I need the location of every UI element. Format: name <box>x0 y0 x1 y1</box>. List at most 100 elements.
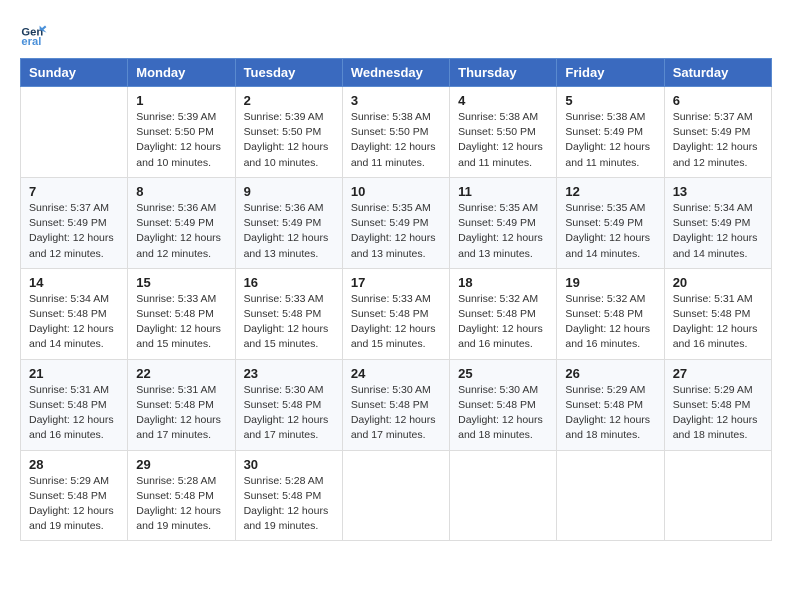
day-number: 24 <box>351 366 441 381</box>
day-info: Sunrise: 5:38 AM Sunset: 5:50 PM Dayligh… <box>351 110 441 171</box>
calendar-cell: 3 Sunrise: 5:38 AM Sunset: 5:50 PM Daylig… <box>342 87 449 178</box>
day-info: Sunrise: 5:31 AM Sunset: 5:48 PM Dayligh… <box>29 383 119 444</box>
calendar-cell: 13 Sunrise: 5:34 AM Sunset: 5:49 PM Dayli… <box>664 177 771 268</box>
calendar-header-row: SundayMondayTuesdayWednesdayThursdayFrid… <box>21 59 772 87</box>
calendar-day-header: Sunday <box>21 59 128 87</box>
day-number: 4 <box>458 93 548 108</box>
day-number: 14 <box>29 275 119 290</box>
day-number: 9 <box>244 184 334 199</box>
day-number: 13 <box>673 184 763 199</box>
calendar-cell: 26 Sunrise: 5:29 AM Sunset: 5:48 PM Dayli… <box>557 359 664 450</box>
day-info: Sunrise: 5:34 AM Sunset: 5:48 PM Dayligh… <box>29 292 119 353</box>
calendar-cell: 16Sunrise: 5:33 AM Sunset: 5:48 PM Dayli… <box>235 268 342 359</box>
day-number: 11 <box>458 184 548 199</box>
day-info: Sunrise: 5:35 AM Sunset: 5:49 PM Dayligh… <box>565 201 655 262</box>
calendar-cell: 25Sunrise: 5:30 AM Sunset: 5:48 PM Dayli… <box>450 359 557 450</box>
day-info: Sunrise: 5:29 AM Sunset: 5:48 PM Dayligh… <box>565 383 655 444</box>
logo-icon: Gen eral <box>20 20 48 48</box>
day-info: Sunrise: 5:37 AM Sunset: 5:49 PM Dayligh… <box>29 201 119 262</box>
calendar-cell: 7 Sunrise: 5:37 AM Sunset: 5:49 PM Daylig… <box>21 177 128 268</box>
calendar-cell <box>557 450 664 541</box>
calendar-day-header: Saturday <box>664 59 771 87</box>
calendar-cell <box>342 450 449 541</box>
calendar-cell: 11 Sunrise: 5:35 AM Sunset: 5:49 PM Dayli… <box>450 177 557 268</box>
day-number: 25 <box>458 366 548 381</box>
day-number: 29 <box>136 457 226 472</box>
day-info: Sunrise: 5:32 AM Sunset: 5:48 PM Dayligh… <box>565 292 655 353</box>
day-info: Sunrise: 5:37 AM Sunset: 5:49 PM Dayligh… <box>673 110 763 171</box>
day-number: 8 <box>136 184 226 199</box>
day-info: Sunrise: 5:36 AM Sunset: 5:49 PM Dayligh… <box>136 201 226 262</box>
day-info: Sunrise: 5:39 AM Sunset: 5:50 PM Dayligh… <box>244 110 334 171</box>
day-number: 18 <box>458 275 548 290</box>
day-number: 20 <box>673 275 763 290</box>
calendar-table: SundayMondayTuesdayWednesdayThursdayFrid… <box>20 58 772 541</box>
calendar-cell: 12 Sunrise: 5:35 AM Sunset: 5:49 PM Dayli… <box>557 177 664 268</box>
day-info: Sunrise: 5:35 AM Sunset: 5:49 PM Dayligh… <box>351 201 441 262</box>
calendar-cell: 8 Sunrise: 5:36 AM Sunset: 5:49 PM Daylig… <box>128 177 235 268</box>
day-info: Sunrise: 5:36 AM Sunset: 5:49 PM Dayligh… <box>244 201 334 262</box>
day-info: Sunrise: 5:31 AM Sunset: 5:48 PM Dayligh… <box>673 292 763 353</box>
calendar-cell: 29 Sunrise: 5:28 AM Sunset: 5:48 PM Dayli… <box>128 450 235 541</box>
day-number: 21 <box>29 366 119 381</box>
calendar-week-row: 28Sunrise: 5:29 AM Sunset: 5:48 PM Dayli… <box>21 450 772 541</box>
calendar-cell: 18 Sunrise: 5:32 AM Sunset: 5:48 PM Dayli… <box>450 268 557 359</box>
day-number: 26 <box>565 366 655 381</box>
page-header: Gen eral <box>20 20 772 48</box>
calendar-cell: 15 Sunrise: 5:33 AM Sunset: 5:48 PM Dayli… <box>128 268 235 359</box>
day-info: Sunrise: 5:34 AM Sunset: 5:49 PM Dayligh… <box>673 201 763 262</box>
day-info: Sunrise: 5:33 AM Sunset: 5:48 PM Dayligh… <box>351 292 441 353</box>
calendar-day-header: Monday <box>128 59 235 87</box>
day-info: Sunrise: 5:33 AM Sunset: 5:48 PM Dayligh… <box>136 292 226 353</box>
day-number: 10 <box>351 184 441 199</box>
day-info: Sunrise: 5:28 AM Sunset: 5:48 PM Dayligh… <box>244 474 334 535</box>
calendar-cell: 5Sunrise: 5:38 AM Sunset: 5:49 PM Daylig… <box>557 87 664 178</box>
day-number: 30 <box>244 457 334 472</box>
day-number: 12 <box>565 184 655 199</box>
day-info: Sunrise: 5:29 AM Sunset: 5:48 PM Dayligh… <box>29 474 119 535</box>
calendar-week-row: 7 Sunrise: 5:37 AM Sunset: 5:49 PM Daylig… <box>21 177 772 268</box>
calendar-cell: 2 Sunrise: 5:39 AM Sunset: 5:50 PM Daylig… <box>235 87 342 178</box>
calendar-cell: 24Sunrise: 5:30 AM Sunset: 5:48 PM Dayli… <box>342 359 449 450</box>
calendar-cell: 23 Sunrise: 5:30 AM Sunset: 5:48 PM Dayli… <box>235 359 342 450</box>
calendar-cell: 30 Sunrise: 5:28 AM Sunset: 5:48 PM Dayli… <box>235 450 342 541</box>
day-number: 5 <box>565 93 655 108</box>
day-number: 17 <box>351 275 441 290</box>
day-info: Sunrise: 5:29 AM Sunset: 5:48 PM Dayligh… <box>673 383 763 444</box>
calendar-cell: 14 Sunrise: 5:34 AM Sunset: 5:48 PM Dayli… <box>21 268 128 359</box>
day-number: 3 <box>351 93 441 108</box>
calendar-cell: 27 Sunrise: 5:29 AM Sunset: 5:48 PM Dayli… <box>664 359 771 450</box>
day-number: 2 <box>244 93 334 108</box>
calendar-cell: 4 Sunrise: 5:38 AM Sunset: 5:50 PM Daylig… <box>450 87 557 178</box>
day-number: 7 <box>29 184 119 199</box>
day-info: Sunrise: 5:35 AM Sunset: 5:49 PM Dayligh… <box>458 201 548 262</box>
day-info: Sunrise: 5:30 AM Sunset: 5:48 PM Dayligh… <box>244 383 334 444</box>
day-number: 23 <box>244 366 334 381</box>
day-info: Sunrise: 5:33 AM Sunset: 5:48 PM Dayligh… <box>244 292 334 353</box>
day-info: Sunrise: 5:31 AM Sunset: 5:48 PM Dayligh… <box>136 383 226 444</box>
day-number: 15 <box>136 275 226 290</box>
calendar-week-row: 14 Sunrise: 5:34 AM Sunset: 5:48 PM Dayli… <box>21 268 772 359</box>
calendar-cell: 21 Sunrise: 5:31 AM Sunset: 5:48 PM Dayli… <box>21 359 128 450</box>
calendar-cell: 19 Sunrise: 5:32 AM Sunset: 5:48 PM Dayli… <box>557 268 664 359</box>
calendar-cell <box>664 450 771 541</box>
calendar-week-row: 1Sunrise: 5:39 AM Sunset: 5:50 PM Daylig… <box>21 87 772 178</box>
calendar-cell: 6Sunrise: 5:37 AM Sunset: 5:49 PM Daylig… <box>664 87 771 178</box>
day-info: Sunrise: 5:38 AM Sunset: 5:50 PM Dayligh… <box>458 110 548 171</box>
calendar-day-header: Tuesday <box>235 59 342 87</box>
calendar-cell: 9 Sunrise: 5:36 AM Sunset: 5:49 PM Daylig… <box>235 177 342 268</box>
calendar-day-header: Wednesday <box>342 59 449 87</box>
day-number: 27 <box>673 366 763 381</box>
day-number: 19 <box>565 275 655 290</box>
svg-text:eral: eral <box>21 36 41 48</box>
calendar-cell: 10 Sunrise: 5:35 AM Sunset: 5:49 PM Dayli… <box>342 177 449 268</box>
calendar-day-header: Thursday <box>450 59 557 87</box>
day-info: Sunrise: 5:28 AM Sunset: 5:48 PM Dayligh… <box>136 474 226 535</box>
day-info: Sunrise: 5:32 AM Sunset: 5:48 PM Dayligh… <box>458 292 548 353</box>
day-info: Sunrise: 5:39 AM Sunset: 5:50 PM Dayligh… <box>136 110 226 171</box>
day-number: 22 <box>136 366 226 381</box>
calendar-cell <box>21 87 128 178</box>
logo: Gen eral <box>20 20 52 48</box>
calendar-cell: 1Sunrise: 5:39 AM Sunset: 5:50 PM Daylig… <box>128 87 235 178</box>
calendar-cell: 28Sunrise: 5:29 AM Sunset: 5:48 PM Dayli… <box>21 450 128 541</box>
